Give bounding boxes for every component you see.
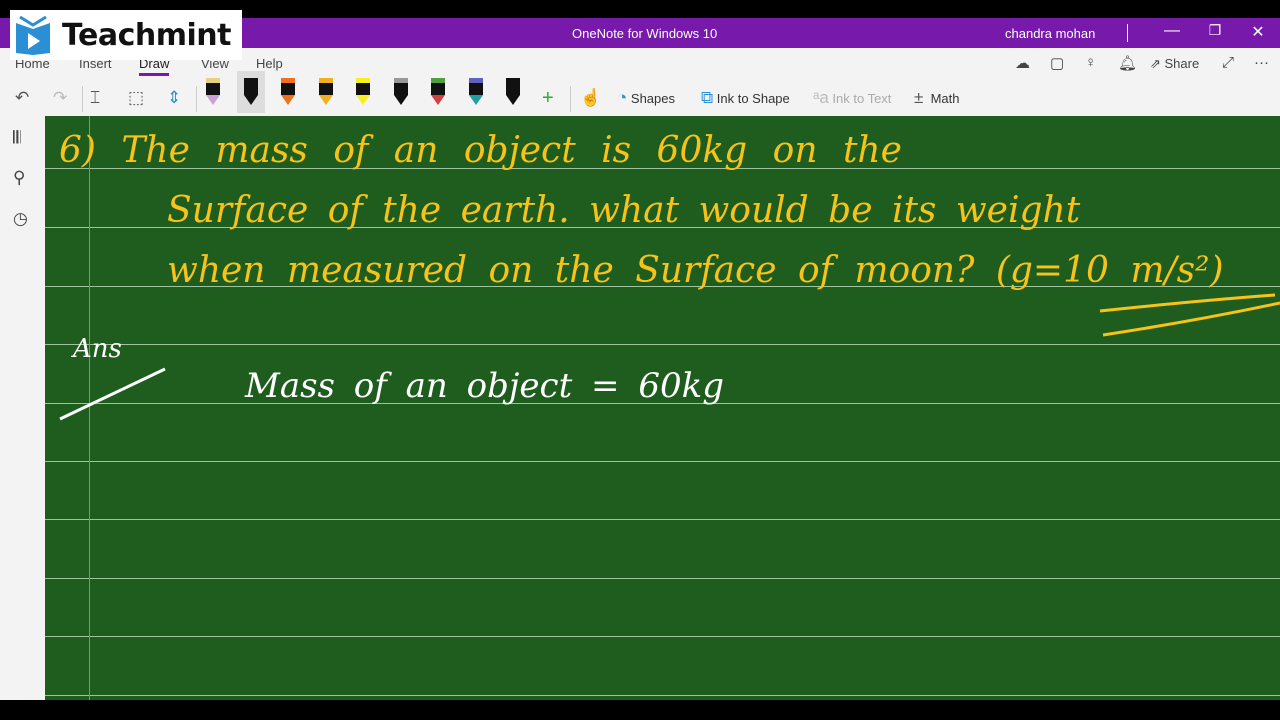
tab-help[interactable]: Help <box>256 56 283 71</box>
notebooks-icon[interactable]: 𝄃𝄃 <box>13 128 21 148</box>
pen-5[interactable] <box>356 78 370 106</box>
close-button[interactable]: ✕ <box>1243 22 1273 42</box>
user-name[interactable]: chandra mohan <box>1005 26 1095 41</box>
teachmint-logo: Teachmint <box>10 10 242 60</box>
pen-1[interactable] <box>206 78 220 106</box>
answer-line-1: Mass of an object = 60kg <box>245 366 724 406</box>
navigation-sidebar: 𝄃𝄃 ⚲ ◷ <box>0 116 45 700</box>
add-pen-icon[interactable]: + <box>542 86 554 110</box>
notebook-icon[interactable]: ▢ <box>1050 54 1064 72</box>
divider <box>82 86 83 112</box>
underline-stroke <box>1099 293 1280 337</box>
question-line-2: Surface of the earth. what would be its … <box>167 190 1081 231</box>
lasso-add-icon[interactable]: ⬚ <box>128 86 144 110</box>
pen-9[interactable] <box>506 78 520 106</box>
pen-6[interactable] <box>393 78 408 106</box>
question-line-3: when measured on the Surface of moon? (g… <box>167 250 1224 291</box>
share-button[interactable]: ⇗ Share <box>1150 56 1199 72</box>
ink-to-text-icon: ᵃa <box>813 88 829 107</box>
ruled-line <box>45 636 1280 637</box>
undo-icon[interactable]: ↶ <box>15 86 29 110</box>
ink-to-shape-icon: ⧉ <box>701 88 714 107</box>
share-icon: ⇗ <box>1150 56 1165 71</box>
book-play-icon <box>16 15 50 55</box>
lasso-select-icon[interactable]: ⌶ <box>90 86 100 110</box>
restore-button[interactable]: ❐ <box>1200 22 1230 39</box>
divider <box>1127 24 1128 42</box>
redo-icon[interactable]: ↷ <box>53 86 67 110</box>
note-canvas[interactable]: 6) The mass of an object is 60kg on the … <box>45 116 1280 700</box>
search-icon[interactable]: ⚲ <box>13 168 25 188</box>
lightbulb-icon[interactable]: ♀ <box>1085 54 1096 71</box>
answer-underline <box>59 367 166 421</box>
ruled-line <box>45 519 1280 520</box>
question-line-1: 6) The mass of an object is 60kg on the <box>59 130 902 171</box>
ruled-line <box>45 461 1280 462</box>
pen-2[interactable] <box>236 71 265 113</box>
recent-icon[interactable]: ◷ <box>13 209 28 229</box>
more-button[interactable]: ··· <box>1254 54 1269 71</box>
math-icon: ± <box>914 88 924 107</box>
shapes-icon: ◔ <box>617 88 628 107</box>
pen-8[interactable] <box>468 78 483 106</box>
ruled-line <box>45 344 1280 345</box>
minimize-button[interactable]: — <box>1157 22 1187 40</box>
divider <box>196 86 197 112</box>
pen-7[interactable] <box>431 78 445 106</box>
app-title: OneNote for Windows 10 <box>572 26 718 41</box>
ruled-line <box>45 695 1280 696</box>
math-button[interactable]: ± Math <box>914 86 959 110</box>
sync-status-icon[interactable]: ☁ <box>1015 54 1030 72</box>
touch-draw-icon[interactable]: ☝ <box>580 86 601 110</box>
fullscreen-icon[interactable]: ⤢ <box>1222 54 1234 71</box>
ink-to-text-button[interactable]: ᵃa Ink to Text <box>813 86 891 110</box>
ruled-line <box>45 578 1280 579</box>
pen-3[interactable] <box>281 78 295 106</box>
ink-to-shape-button[interactable]: ⧉ Ink to Shape <box>701 86 790 110</box>
answer-label: Ans <box>73 334 122 364</box>
shapes-button[interactable]: ◔ Shapes <box>617 86 675 110</box>
pen-4[interactable] <box>318 78 333 106</box>
add-space-icon[interactable]: ⇕ <box>167 86 181 110</box>
divider <box>570 86 571 112</box>
bell-icon[interactable]: 🔔︎ <box>1118 54 1137 72</box>
